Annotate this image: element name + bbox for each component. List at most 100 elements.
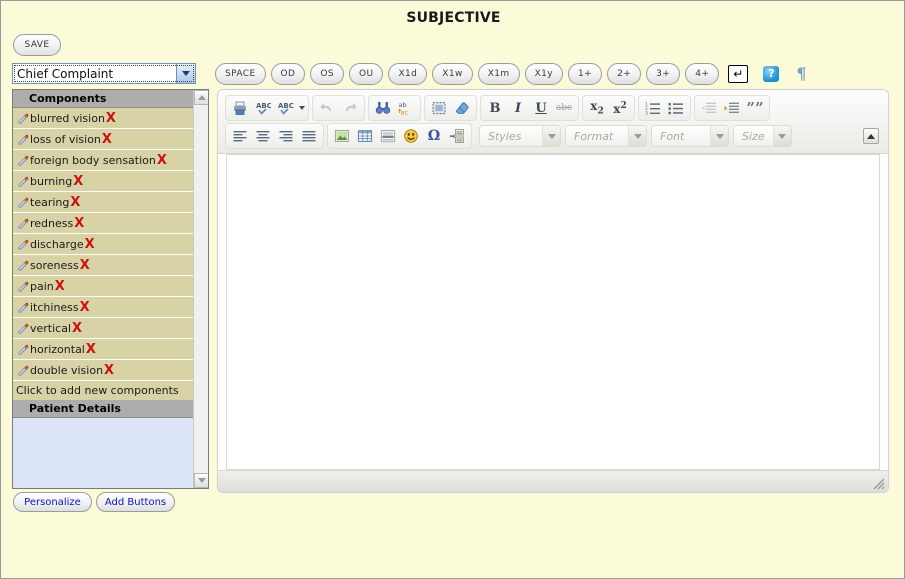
chevron-down-icon[interactable] (299, 106, 305, 110)
underline-icon[interactable]: U (530, 98, 552, 118)
quick-button-x1w[interactable]: X1w (432, 62, 473, 85)
component-row[interactable]: foreign body sensation X (13, 150, 193, 171)
quick-button-2plus[interactable]: 2+ (607, 62, 642, 85)
component-row[interactable]: blurred vision X (13, 108, 193, 129)
close-x-icon[interactable]: X (74, 217, 84, 230)
redo-icon[interactable] (339, 98, 361, 118)
component-row[interactable]: soreness X (13, 255, 193, 276)
quick-button-4plus[interactable]: 4+ (685, 62, 720, 85)
bulleted-list-icon[interactable] (665, 98, 687, 118)
component-row[interactable]: double vision X (13, 360, 193, 381)
pencil-icon[interactable] (15, 111, 30, 125)
close-x-icon[interactable]: X (157, 154, 167, 167)
chevron-down-icon[interactable] (710, 126, 728, 146)
close-x-icon[interactable]: X (80, 301, 90, 314)
editor-content-area[interactable] (226, 154, 880, 470)
size-combo[interactable]: Size (733, 125, 792, 147)
chief-complaint-select[interactable]: Chief Complaint (12, 63, 196, 84)
collapse-toolbar-icon[interactable] (863, 128, 879, 144)
component-row[interactable]: burning X (13, 171, 193, 192)
save-button[interactable]: SAVE (13, 34, 61, 56)
close-x-icon[interactable]: X (73, 175, 83, 188)
increase-indent-icon[interactable] (721, 98, 743, 118)
italic-icon[interactable]: I (507, 98, 529, 118)
quick-button-ou[interactable]: OU (348, 62, 384, 85)
align-left-icon[interactable] (229, 126, 251, 146)
scroll-up-icon[interactable] (194, 90, 208, 105)
align-center-icon[interactable] (252, 126, 274, 146)
select-all-icon[interactable] (428, 98, 450, 118)
quick-button-3plus[interactable]: 3+ (646, 62, 681, 85)
scroll-down-icon[interactable] (194, 473, 208, 488)
pencil-icon[interactable] (15, 321, 30, 335)
component-row[interactable]: itchiness X (13, 297, 193, 318)
help-question-icon[interactable]: ? (763, 65, 780, 82)
format-combo[interactable]: Format (565, 125, 647, 147)
horizontal-rule-icon[interactable] (377, 126, 399, 146)
blockquote-icon[interactable]: ”” (744, 98, 766, 118)
quick-button-1plus[interactable]: 1+ (568, 62, 603, 85)
close-x-icon[interactable]: X (102, 133, 112, 146)
close-x-icon[interactable]: X (106, 112, 116, 125)
quick-button-od[interactable]: OD (270, 62, 306, 85)
quick-button-x1m[interactable]: X1m (477, 62, 520, 85)
remove-format-eraser-icon[interactable] (451, 98, 473, 118)
superscript-icon[interactable]: x2 (609, 98, 631, 118)
pilcrow-icon[interactable]: ¶ (796, 64, 806, 83)
numbered-list-icon[interactable]: 123 (642, 98, 664, 118)
component-row[interactable]: vertical X (13, 318, 193, 339)
chevron-down-icon[interactable] (772, 126, 791, 146)
page-break-icon[interactable] (446, 126, 468, 146)
close-x-icon[interactable]: X (70, 196, 80, 209)
insert-image-icon[interactable] (331, 126, 353, 146)
subscript-icon[interactable]: x2 (586, 98, 608, 118)
pencil-icon[interactable] (15, 132, 30, 146)
bold-icon[interactable]: B (484, 98, 506, 118)
chevron-down-icon[interactable] (176, 64, 195, 83)
insert-table-icon[interactable] (354, 126, 376, 146)
strikethrough-icon[interactable]: abc (553, 98, 575, 118)
close-x-icon[interactable]: X (86, 343, 96, 356)
component-row[interactable]: tearing X (13, 192, 193, 213)
component-row[interactable]: pain X (13, 276, 193, 297)
components-scrollbar[interactable] (193, 90, 208, 488)
close-x-icon[interactable]: X (80, 259, 90, 272)
spellcheck-menu-icon[interactable]: ABC (275, 98, 297, 118)
close-x-icon[interactable]: X (104, 364, 114, 377)
personalize-button[interactable]: Personalize (13, 492, 92, 512)
styles-combo[interactable]: Styles (479, 125, 561, 147)
component-row[interactable]: redness X (13, 213, 193, 234)
close-x-icon[interactable]: X (72, 322, 82, 335)
pencil-icon[interactable] (15, 216, 30, 230)
smiley-icon[interactable] (400, 126, 422, 146)
pencil-icon[interactable] (15, 195, 30, 209)
pencil-icon[interactable] (15, 174, 30, 188)
close-x-icon[interactable]: X (85, 238, 95, 251)
quick-button-x1d[interactable]: X1d (388, 62, 428, 85)
component-row[interactable]: discharge X (13, 234, 193, 255)
component-row[interactable]: loss of vision X (13, 129, 193, 150)
enter-return-icon[interactable]: ↵ (728, 64, 749, 83)
spellcheck-icon[interactable]: ABC (252, 98, 274, 118)
special-character-omega-icon[interactable]: Ω (423, 126, 445, 146)
font-combo[interactable]: Font (651, 125, 729, 147)
pencil-icon[interactable] (15, 237, 30, 251)
decrease-indent-icon[interactable] (698, 98, 720, 118)
pencil-icon[interactable] (15, 279, 30, 293)
pencil-icon[interactable] (15, 153, 30, 167)
replace-icon[interactable]: ab ac (395, 98, 417, 118)
add-new-component-row[interactable]: Click to add new components (13, 381, 193, 400)
pencil-icon[interactable] (15, 258, 30, 272)
quick-button-space[interactable]: SPACE (215, 62, 266, 85)
undo-icon[interactable] (316, 98, 338, 118)
align-right-icon[interactable] (275, 126, 297, 146)
find-icon[interactable] (372, 98, 394, 118)
quick-button-x1y[interactable]: X1y (524, 62, 564, 85)
chevron-down-icon[interactable] (542, 126, 560, 146)
pencil-icon[interactable] (15, 300, 30, 314)
pencil-icon[interactable] (15, 363, 30, 377)
component-row[interactable]: horizontal X (13, 339, 193, 360)
close-x-icon[interactable]: X (55, 280, 65, 293)
resize-grip-icon[interactable] (871, 476, 885, 490)
pencil-icon[interactable] (15, 342, 30, 356)
